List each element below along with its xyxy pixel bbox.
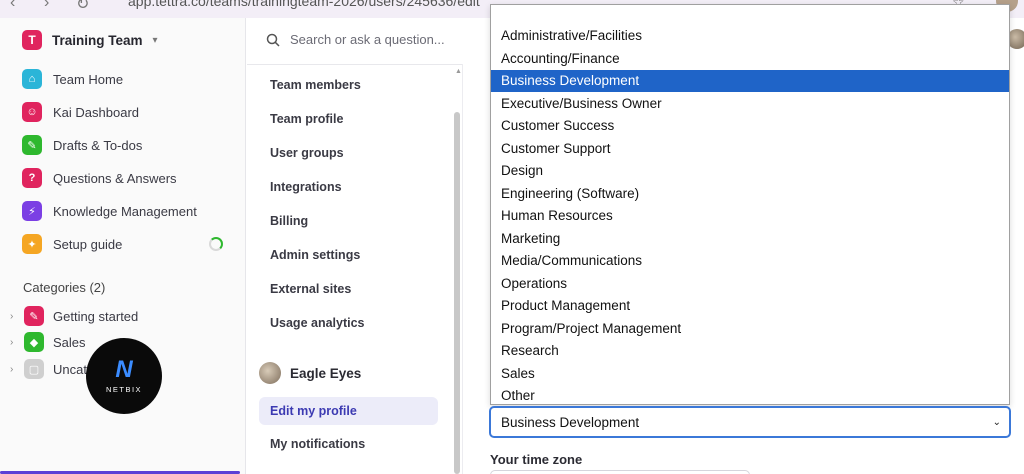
sidebar-item-team-home[interactable]: ⌂ Team Home	[22, 69, 123, 89]
lightning-icon: ⚡	[22, 201, 42, 221]
role-select[interactable]: Business Development ⌄	[489, 406, 1011, 438]
megaphone-icon: ◆	[24, 332, 44, 352]
team-logo-icon: T	[22, 30, 42, 50]
sidebar-item-label: Setup guide	[53, 236, 123, 252]
categories-heading: Categories (2)	[23, 280, 106, 295]
address-bar[interactable]: app.tettra.co/teams/trainingteam-2026/us…	[128, 0, 480, 9]
settings-item-external-sites[interactable]: External sites	[270, 282, 351, 296]
dropdown-option[interactable]: Human Resources	[491, 205, 1009, 227]
category-item-uncategorized[interactable]: › ▢ Uncate	[10, 359, 94, 379]
settings-item-user-groups[interactable]: User groups	[270, 146, 344, 160]
settings-item-integrations[interactable]: Integrations	[270, 180, 342, 194]
dropdown-option[interactable]: Operations	[491, 273, 1009, 295]
sidebar-item-knowledge[interactable]: ⚡ Knowledge Management	[22, 201, 197, 221]
home-icon: ⌂	[22, 69, 42, 89]
dropdown-option[interactable]: Research	[491, 340, 1009, 362]
robot-icon: ☺	[22, 102, 42, 122]
dropdown-option[interactable]: Customer Success	[491, 115, 1009, 137]
dropdown-option[interactable]: Accounting/Finance	[491, 48, 1009, 70]
back-icon[interactable]: ‹	[10, 0, 15, 12]
reload-icon[interactable]: ↻	[76, 0, 89, 14]
settings-item-team-profile[interactable]: Team profile	[270, 112, 343, 126]
chevron-right-icon[interactable]: ›	[10, 311, 15, 322]
dropdown-option[interactable]: Media/Communications	[491, 250, 1009, 272]
role-select-value: Business Development	[501, 414, 640, 430]
sidebar-item-drafts[interactable]: ✎ Drafts & To-dos	[22, 135, 142, 155]
category-item-getting-started[interactable]: › ✎ Getting started	[10, 306, 138, 326]
search-bar[interactable]: Search or ask a question...	[266, 32, 445, 47]
sidebar-item-label: Knowledge Management	[53, 203, 197, 219]
settings-item-admin-settings[interactable]: Admin settings	[270, 248, 360, 262]
dropdown-option[interactable]: Engineering (Software)	[491, 183, 1009, 205]
dropdown-option-selected[interactable]: Business Development	[491, 70, 1009, 92]
chevron-down-icon: ▾	[152, 34, 158, 46]
sidebar-item-label: Questions & Answers	[53, 170, 177, 186]
sidebar-item-kai-dashboard[interactable]: ☺ Kai Dashboard	[22, 102, 139, 122]
user-name: Eagle Eyes	[290, 365, 362, 381]
chevron-right-icon[interactable]: ›	[10, 337, 15, 348]
timezone-label: Your time zone	[490, 452, 583, 467]
pencil-icon: ✎	[22, 135, 42, 155]
sidebar-item-label: Team Home	[53, 71, 124, 87]
dropdown-option[interactable]: Customer Support	[491, 138, 1009, 160]
settings-scrollbar[interactable]	[454, 112, 460, 474]
dropdown-option[interactable]: Executive/Business Owner	[491, 93, 1009, 115]
dropdown-option[interactable]: Sales	[491, 363, 1009, 385]
role-dropdown-list[interactable]: Administrative/Facilities Accounting/Fin…	[490, 4, 1010, 405]
scroll-up-arrow-icon[interactable]: ▲	[455, 68, 462, 75]
wrench-icon: ✦	[22, 234, 42, 254]
category-label: Getting started	[53, 308, 139, 324]
dropdown-option[interactable]: Marketing	[491, 228, 1009, 250]
dropdown-option[interactable]: Other	[491, 385, 1009, 407]
search-input[interactable]: Search or ask a question...	[290, 32, 445, 47]
sidebar-item-questions[interactable]: ? Questions & Answers	[22, 168, 177, 188]
dropdown-option[interactable]: Program/Project Management	[491, 318, 1009, 340]
sidebar-item-label: Kai Dashboard	[53, 104, 139, 120]
settings-item-usage-analytics[interactable]: Usage analytics	[270, 316, 365, 330]
team-name: Training Team	[52, 32, 143, 48]
team-switcher[interactable]: T Training Team ▾	[22, 30, 158, 50]
settings-item-billing[interactable]: Billing	[270, 214, 308, 228]
folder-icon: ▢	[24, 359, 44, 379]
timezone-select[interactable]	[490, 470, 750, 474]
dropdown-option[interactable]: Design	[491, 160, 1009, 182]
dropdown-option[interactable]: Administrative/Facilities	[491, 25, 1009, 47]
settings-item-my-notifications[interactable]: My notifications	[270, 437, 365, 451]
category-item-sales[interactable]: › ◆ Sales	[10, 332, 86, 352]
search-icon	[266, 33, 280, 47]
question-icon: ?	[22, 168, 42, 188]
main-divider	[462, 64, 463, 474]
user-profile-row: Eagle Eyes	[259, 362, 361, 384]
chevron-down-icon: ⌄	[992, 416, 1001, 428]
netbix-watermark-logo: N NETBIX	[86, 338, 162, 414]
netbix-logo-icon: N	[115, 356, 133, 383]
avatar	[259, 362, 281, 384]
dropdown-option[interactable]: Product Management	[491, 295, 1009, 317]
category-label: Sales	[53, 334, 86, 350]
chevron-right-icon[interactable]: ›	[10, 364, 15, 375]
settings-item-edit-my-profile[interactable]: Edit my profile	[259, 397, 438, 425]
setup-progress-ring	[209, 237, 223, 251]
pencil-icon: ✎	[24, 306, 44, 326]
forward-icon[interactable]: ›	[44, 0, 49, 12]
watermark-text: NETBIX	[105, 385, 143, 394]
settings-item-team-members[interactable]: Team members	[270, 78, 361, 92]
sidebar-item-setup-guide[interactable]: ✦ Setup guide	[22, 234, 122, 254]
sidebar-item-label: Drafts & To-dos	[53, 137, 143, 153]
